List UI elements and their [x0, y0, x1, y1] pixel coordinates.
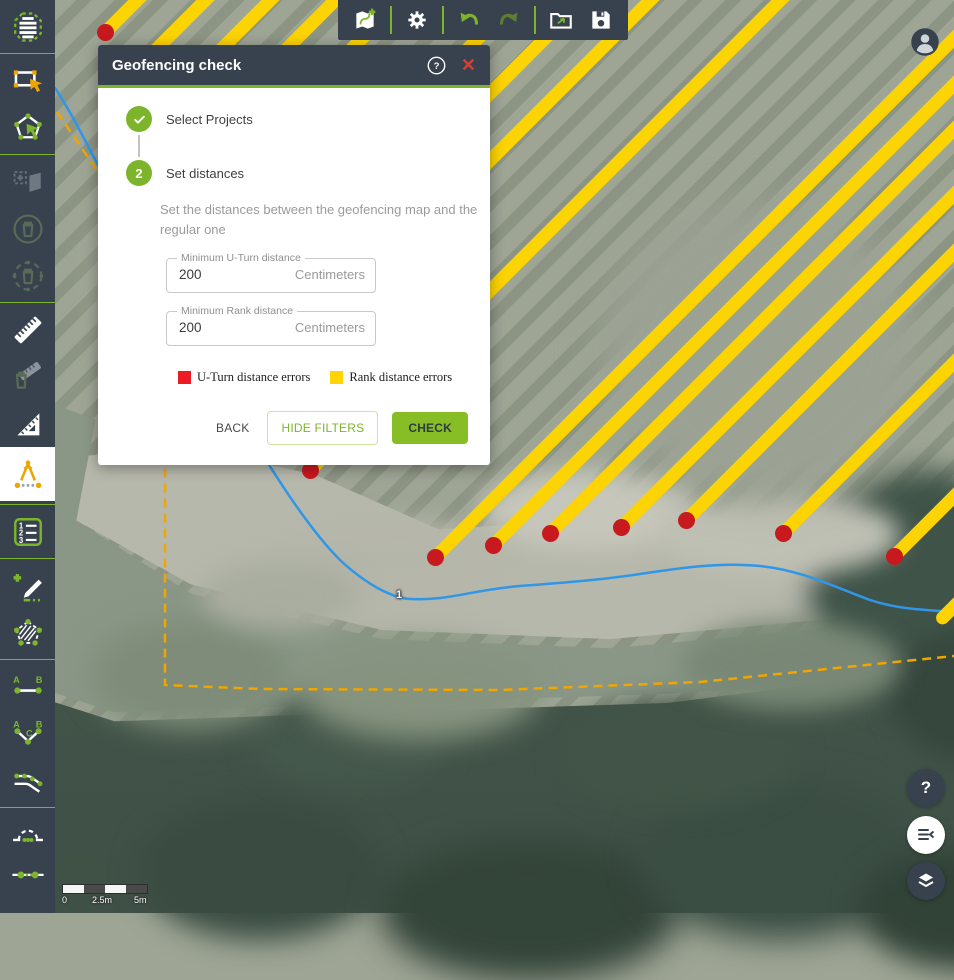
- arc-segment-tool-icon[interactable]: [0, 811, 55, 858]
- dialog-header: Geofencing check ? ✕: [98, 45, 490, 88]
- step-label: Set distances: [166, 166, 244, 181]
- tool-group: ABABC: [0, 659, 55, 807]
- step-connector: [138, 135, 140, 157]
- tool-group: [0, 302, 55, 504]
- field-rows-tool-icon[interactable]: [0, 3, 55, 50]
- layers-fab-button[interactable]: [907, 862, 945, 900]
- uturn-distance-unit: Centimeters: [295, 267, 365, 282]
- set-square-tool-icon[interactable]: [0, 400, 55, 447]
- redo-icon[interactable]: [494, 5, 524, 35]
- tool-group: [0, 807, 55, 908]
- tool-group: [0, 53, 55, 154]
- legend-color-swatch: [330, 371, 343, 384]
- select-polygon-tool-icon[interactable]: [0, 104, 55, 151]
- svg-text:A: A: [13, 719, 20, 729]
- tool-group: [0, 154, 55, 302]
- hide-filters-button[interactable]: HIDE FILTERS: [267, 411, 378, 445]
- uturn-distance-label: Minimum U-Turn distance: [177, 252, 305, 264]
- offset-lines-tool-icon[interactable]: [0, 757, 55, 804]
- legend-label: Rank distance errors: [349, 370, 452, 385]
- scale-bar-segments: [62, 884, 148, 894]
- scale-label-0: 0: [62, 895, 67, 905]
- angle-acb-tool-icon[interactable]: ABC: [0, 710, 55, 757]
- draw-annotation-tool-icon[interactable]: [0, 562, 55, 609]
- help-icon[interactable]: ?: [426, 55, 447, 76]
- step-select-projects[interactable]: Select Projects: [126, 106, 468, 132]
- step-set-distances[interactable]: 2 Set distances: [126, 160, 468, 186]
- rank-distance-input[interactable]: [177, 319, 251, 336]
- map-scale-bar: 0 2.5m 5m: [62, 884, 152, 906]
- tool-group: [0, 0, 55, 53]
- user-avatar[interactable]: [910, 27, 940, 57]
- open-project-icon[interactable]: [546, 5, 576, 35]
- save-icon[interactable]: [586, 5, 616, 35]
- rank-list-tool-icon[interactable]: 123: [0, 508, 55, 555]
- step-number-badge: 2: [126, 160, 152, 186]
- dialog-body: Select Projects 2 Set distances Set the …: [98, 88, 490, 465]
- scale-label-max: 5m: [134, 895, 147, 905]
- step-done-check-icon: [126, 106, 152, 132]
- delete-measure-tool-icon[interactable]: [0, 353, 55, 400]
- top-toolbar: [338, 0, 628, 40]
- waypoint-line-tool-icon[interactable]: [0, 858, 55, 905]
- compass-tool-icon[interactable]: [0, 447, 55, 501]
- stream-label: 1: [396, 589, 402, 601]
- delete-selection-tool-icon[interactable]: [0, 205, 55, 252]
- rank-distance-unit: Centimeters: [295, 320, 365, 335]
- select-rectangle-tool-icon[interactable]: [0, 57, 55, 104]
- svg-text:B: B: [35, 719, 42, 729]
- tool-group: 123: [0, 504, 55, 558]
- legend-label: U-Turn distance errors: [197, 370, 310, 385]
- error-legend: U-Turn distance errors Rank distance erro…: [178, 370, 468, 385]
- dialog-description: Set the distances between the geofencing…: [160, 200, 490, 240]
- close-icon[interactable]: ✕: [461, 56, 476, 74]
- uturn-distance-input[interactable]: [177, 266, 251, 283]
- draw-polygon-hatch-tool-icon[interactable]: [0, 609, 55, 656]
- svg-text:?: ?: [433, 61, 439, 72]
- svg-text:3: 3: [18, 535, 23, 544]
- toolbar-separator: [442, 6, 444, 34]
- legend-item: Rank distance errors: [330, 370, 452, 385]
- tool-group: [0, 558, 55, 659]
- undo-icon[interactable]: [454, 5, 484, 35]
- toolbar-separator: [534, 6, 536, 34]
- dialog-actions: BACK HIDE FILTERS CHECK: [120, 411, 468, 445]
- check-button[interactable]: CHECK: [392, 412, 468, 444]
- rank-distance-field: Minimum Rank distance Centimeters: [166, 305, 376, 346]
- dialog-title: Geofencing check: [112, 57, 426, 74]
- rank-distance-label: Minimum Rank distance: [177, 305, 297, 317]
- uturn-distance-field: Minimum U-Turn distance Centimeters: [166, 252, 376, 293]
- tool-sidebar: 123ABABC: [0, 0, 55, 913]
- svg-text:A: A: [13, 674, 20, 684]
- scale-label-mid: 2.5m: [92, 895, 112, 905]
- settings-icon[interactable]: [402, 5, 432, 35]
- line-ab-tool-icon[interactable]: AB: [0, 663, 55, 710]
- toolbar-separator: [390, 6, 392, 34]
- svg-text:B: B: [35, 674, 42, 684]
- collapse-menu-fab-button[interactable]: [907, 816, 945, 854]
- add-feature-tool-icon[interactable]: [0, 158, 55, 205]
- legend-item: U-Turn distance errors: [178, 370, 310, 385]
- step-label: Select Projects: [166, 112, 253, 127]
- back-button[interactable]: BACK: [212, 412, 253, 444]
- geofencing-check-dialog: Geofencing check ? ✕ Select Projects 2 S…: [98, 45, 490, 465]
- new-map-icon[interactable]: [350, 5, 380, 35]
- measure-ruler-tool-icon[interactable]: [0, 306, 55, 353]
- delete-points-tool-icon[interactable]: [0, 252, 55, 299]
- legend-color-swatch: [178, 371, 191, 384]
- help-fab-button[interactable]: ?: [907, 769, 945, 807]
